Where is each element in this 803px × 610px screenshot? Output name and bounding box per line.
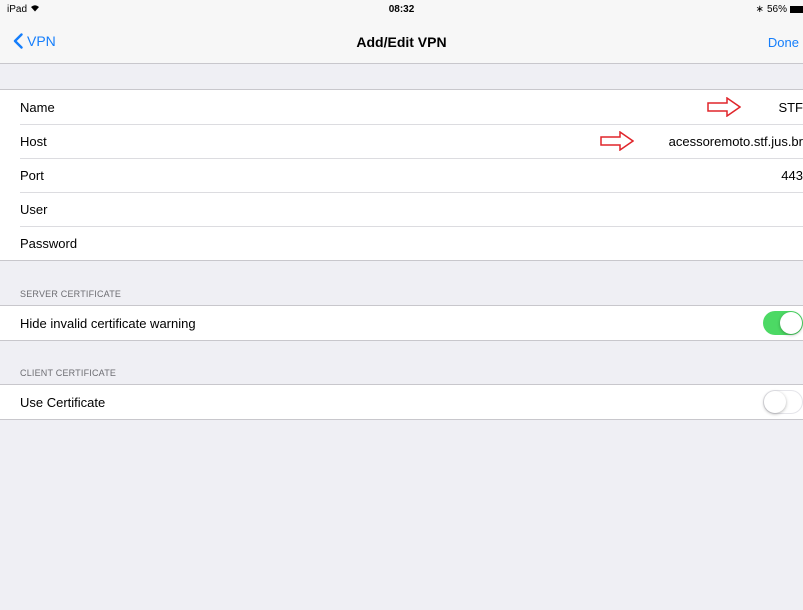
host-value[interactable]: acessoremoto.stf.jus.br (669, 134, 803, 149)
host-label: Host (20, 133, 47, 149)
status-time: 08:32 (388, 4, 415, 15)
hide-warning-toggle[interactable] (763, 311, 803, 335)
use-certificate-toggle[interactable] (763, 390, 803, 414)
server-certificate-group: Hide invalid certificate warning (0, 305, 803, 341)
battery-percent: 56% (766, 4, 787, 15)
bluetooth-icon: ∗ (755, 4, 764, 15)
name-value[interactable]: STF (778, 100, 803, 115)
navigation-bar: VPN Add/Edit VPN Done (0, 20, 803, 64)
vpn-fields-group: Name STF Host acessoremoto.stf.jus.br Po… (0, 89, 803, 261)
toggle-knob (764, 391, 786, 413)
password-label: Password (20, 235, 78, 251)
hide-warning-label: Hide invalid certificate warning (20, 315, 196, 331)
battery-icon (790, 6, 803, 13)
use-certificate-label: Use Certificate (20, 394, 106, 410)
hide-warning-row: Hide invalid certificate warning (0, 306, 803, 340)
client-certificate-header: CLIENT CERTIFICATE (20, 368, 117, 378)
user-label: User (20, 201, 48, 217)
status-bar: iPad 08:32 ∗ 56% (0, 0, 803, 20)
red-arrow-annotation-icon (600, 130, 635, 154)
port-label: Port (20, 167, 44, 183)
client-certificate-group: Use Certificate (0, 384, 803, 420)
port-row[interactable]: Port 443 (0, 158, 803, 192)
status-right: ∗ 56% (756, 4, 803, 15)
port-value[interactable]: 443 (781, 168, 803, 183)
name-label: Name (20, 99, 55, 115)
page-title: Add/Edit VPN (356, 34, 447, 50)
toggle-knob (780, 312, 802, 334)
done-button[interactable]: Done (768, 35, 799, 50)
red-arrow-annotation-icon (707, 96, 742, 120)
host-row[interactable]: Host acessoremoto.stf.jus.br (0, 124, 803, 158)
user-row[interactable]: User (0, 192, 803, 226)
name-row[interactable]: Name STF (0, 90, 803, 124)
use-certificate-row: Use Certificate (0, 385, 803, 419)
password-row[interactable]: Password (0, 226, 803, 260)
server-certificate-header: SERVER CERTIFICATE (20, 289, 122, 299)
